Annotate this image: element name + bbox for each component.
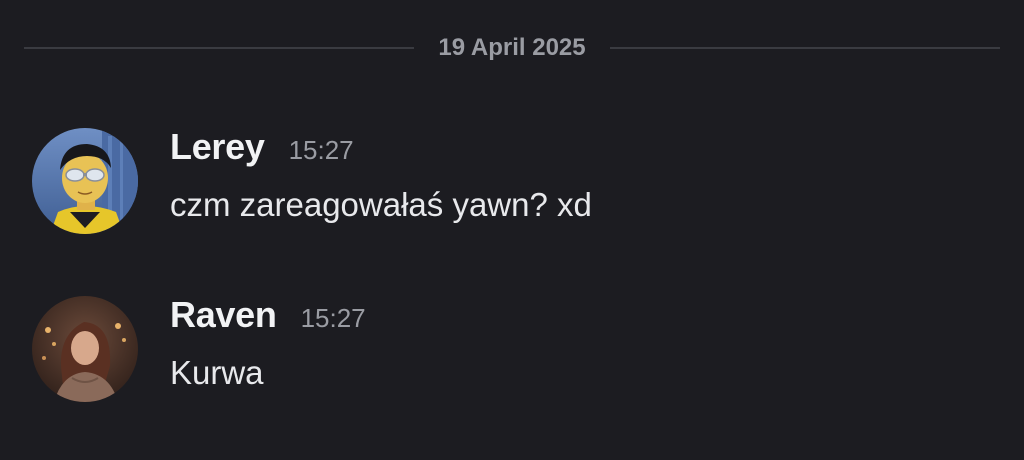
divider-line-left bbox=[24, 47, 415, 49]
date-divider: 19 April 2025 bbox=[24, 28, 1001, 68]
timestamp: 15:27 bbox=[288, 135, 354, 165]
message-text: Kurwa bbox=[170, 354, 264, 391]
divider-date: 19 April 2025 bbox=[438, 34, 586, 61]
divider-line-right bbox=[609, 47, 1001, 49]
user-avatar[interactable] bbox=[32, 128, 138, 234]
message-header: Raven 15:27 bbox=[170, 294, 366, 340]
timestamp: 15:27 bbox=[300, 303, 366, 333]
photo-avatar-icon bbox=[32, 296, 138, 402]
username[interactable]: Lerey bbox=[170, 126, 265, 168]
user-avatar[interactable] bbox=[32, 296, 138, 402]
message-header: Lerey 15:27 bbox=[170, 126, 592, 172]
message-item[interactable]: Lerey 15:27 czm zareagowałaś yawn? xd bbox=[32, 126, 992, 236]
cartoon-hero-avatar-icon bbox=[32, 128, 138, 234]
username[interactable]: Raven bbox=[170, 294, 277, 336]
message-body: Lerey 15:27 czm zareagowałaś yawn? xd bbox=[170, 126, 592, 224]
message-text: czm zareagowałaś yawn? xd bbox=[170, 186, 592, 223]
message-body: Raven 15:27 Kurwa bbox=[170, 294, 366, 392]
message-item[interactable]: Raven 15:27 Kurwa bbox=[32, 294, 992, 404]
chat-view: 19 April 2025 Lerey 15:27 czm zareagował… bbox=[0, 0, 1024, 460]
